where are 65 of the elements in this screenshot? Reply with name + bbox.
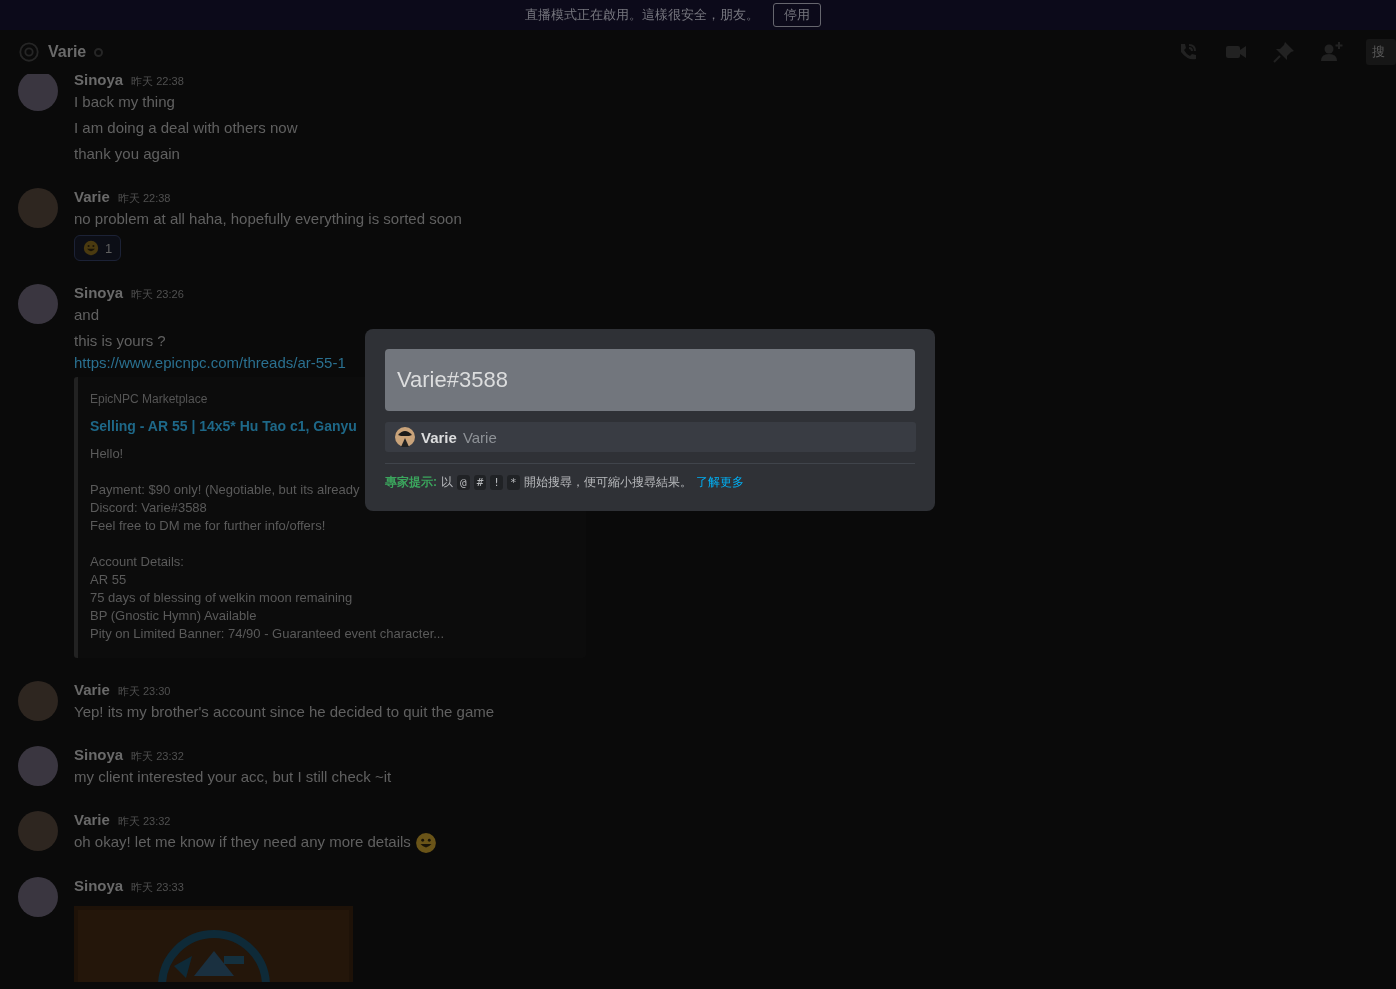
message-text: my client interested your acc, but I still check ~it xyxy=(74,767,392,787)
emoji-icon xyxy=(83,240,99,256)
learn-more-link[interactable]: 了解更多 xyxy=(695,474,744,491)
result-username: Varie xyxy=(462,428,497,446)
user-avatar[interactable] xyxy=(18,284,58,324)
author-name[interactable]: Sinoya xyxy=(74,744,124,766)
user-avatar xyxy=(395,427,415,448)
embed-text: 75 days of blessing of welkin moon remaining xyxy=(90,589,353,607)
disable-button[interactable]: 停用 xyxy=(773,3,821,27)
user-avatar[interactable] xyxy=(18,681,58,721)
timestamp: 昨天 22:38 xyxy=(117,191,171,206)
tip-label: 專家提示: xyxy=(385,474,437,491)
message-text: Yep! its my brother's account since he decided to quit the game xyxy=(74,702,495,722)
timestamp: 昨天 23:32 xyxy=(117,814,171,829)
embed-text: Feel free to DM me for further info/offers! xyxy=(90,517,326,535)
user-avatar[interactable] xyxy=(18,188,58,228)
at-icon xyxy=(18,41,40,63)
embed-text: Hello! xyxy=(90,445,124,463)
author-name[interactable]: Varie xyxy=(74,679,110,701)
author-name[interactable]: Varie xyxy=(74,809,110,831)
message-text: and xyxy=(74,305,101,325)
message-text: no problem at all haha, hopefully everything is sorted soon xyxy=(74,209,462,229)
author-name[interactable]: Varie xyxy=(74,186,110,208)
reaction-chip[interactable]: 1 xyxy=(74,235,122,261)
embed-text: BP (Gnostic Hymn) Available xyxy=(90,607,257,625)
message-text: I back my thing xyxy=(74,92,176,112)
search-input[interactable]: Varie#3588 xyxy=(385,349,915,412)
key-hint: ! xyxy=(490,475,503,490)
search-field[interactable]: 搜 xyxy=(1366,39,1396,65)
channel-name: Varie xyxy=(48,43,87,61)
embed-text: Discord: Varie#3588 xyxy=(90,499,207,517)
embed-title[interactable]: Selling - AR 55 | 14x5* Hu Tao c1, Ganyu xyxy=(90,415,357,437)
pin-icon[interactable] xyxy=(1272,40,1296,64)
status-icon xyxy=(94,47,104,57)
embed-text: Pity on Limited Banner: 74/90 - Guaranteed event character... xyxy=(90,625,445,643)
tip-text: 以 xyxy=(441,474,453,491)
author-name[interactable]: Sinoya xyxy=(74,74,124,91)
timestamp: 昨天 23:32 xyxy=(131,749,184,764)
message-text: oh okay! let me know if they need any more details xyxy=(74,831,437,855)
user-avatar[interactable] xyxy=(18,74,58,111)
timestamp: 昨天 23:30 xyxy=(117,684,171,699)
message-link[interactable]: https://www.epicnpc.com/threads/ar-55-1 xyxy=(74,352,346,374)
key-hint: @ xyxy=(457,475,470,490)
tip-text: 開始搜尋，便可縮小搜尋結果。 xyxy=(523,474,692,491)
timestamp: 昨天 23:26 xyxy=(131,287,184,302)
message-text: thank you again xyxy=(74,144,181,164)
timestamp: 昨天 22:38 xyxy=(131,74,184,89)
result-name: Varie xyxy=(421,428,457,446)
add-friend-icon[interactable] xyxy=(1320,40,1344,64)
embed-text: Account Details: xyxy=(90,553,184,571)
user-avatar[interactable] xyxy=(18,877,58,918)
banner-text: 直播模式正在啟用。這樣很安全，朋友。 xyxy=(525,6,759,24)
author-name[interactable]: Sinoya xyxy=(74,282,124,304)
key-hint: * xyxy=(506,475,520,490)
embed-provider: EpicNPC Marketplace xyxy=(90,391,208,407)
key-hint: # xyxy=(473,475,487,490)
message-text: I am doing a deal with others now xyxy=(74,118,298,138)
author-name[interactable]: Sinoya xyxy=(74,875,124,898)
message-text: this is yours ? xyxy=(74,331,167,351)
user-avatar[interactable] xyxy=(18,811,58,851)
embed-text: Payment: $90 only! (Negotiable, but its already xyxy=(90,481,360,499)
result-item[interactable]: Varie Varie xyxy=(385,422,916,453)
timestamp: 昨天 23:33 xyxy=(131,880,184,896)
embed-text: AR 55 xyxy=(90,571,127,589)
user-avatar[interactable] xyxy=(18,746,58,786)
